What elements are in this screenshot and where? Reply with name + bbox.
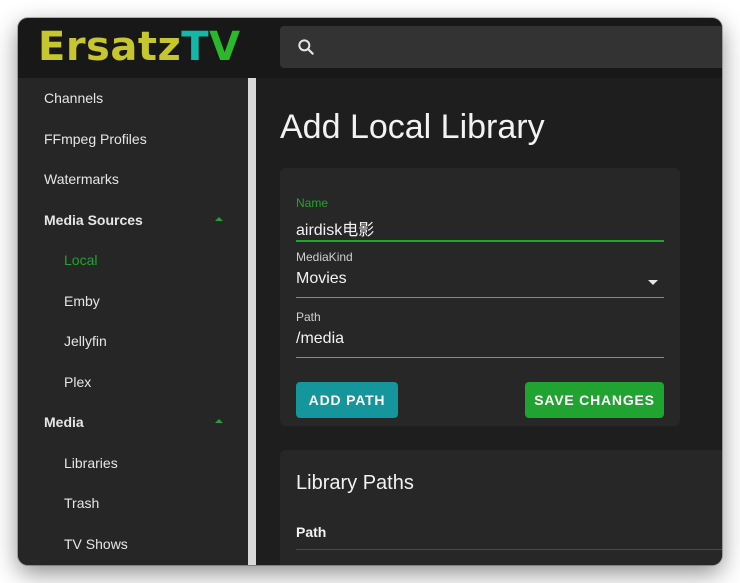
sidebar-item-label: Emby [64,293,100,309]
path-field-label: Path [296,310,321,324]
sidebar-item-tv-shows[interactable]: TV Shows [18,524,248,564]
app-logo[interactable]: ErsatzTV [38,20,241,74]
path-column-header[interactable]: Path [296,524,326,540]
sidebar-item-channels[interactable]: Channels [18,78,248,118]
logo-text-part1: Ersatz [38,24,182,70]
search-input[interactable] [280,26,722,68]
sidebar-item-libraries[interactable]: Libraries [18,443,248,483]
sidebar: Channels FFmpeg Profiles Watermarks Medi… [18,78,248,565]
library-paths-title: Library Paths [296,472,414,494]
sidebar-item-label: Jellyfin [64,333,107,349]
sidebar-item-emby[interactable]: Emby [18,281,248,321]
sidebar-resize-handle[interactable] [248,78,256,565]
name-field-value[interactable]: airdisk电影 [296,216,374,240]
library-form-card: Name airdisk电影 MediaKind Movies Path /me… [280,168,680,426]
sidebar-item-label: Trash [64,495,100,511]
main-content: Add Local Library Name airdisk电影 MediaKi… [256,78,722,565]
table-header-divider [296,549,722,550]
save-changes-button[interactable]: SAVE CHANGES [525,382,664,418]
media-kind-label: MediaKind [296,250,353,264]
sidebar-item-plex[interactable]: Plex [18,362,248,402]
sidebar-item-watermarks[interactable]: Watermarks [18,159,248,199]
search-icon [298,39,314,55]
sidebar-item-label: TV Shows [64,536,128,552]
path-field-value[interactable]: /media [296,330,344,348]
media-kind-value[interactable]: Movies [296,270,347,288]
app-window: ErsatzTV Channels FFmpeg Profiles Waterm… [18,18,722,565]
sidebar-item-label: Media Sources [44,212,143,228]
name-field-underline [296,240,664,242]
page-title: Add Local Library [280,108,545,146]
path-field-underline [296,357,664,358]
chevron-up-icon [215,419,223,423]
logo-text-part3: V [209,24,241,70]
sidebar-item-label: Channels [44,90,104,106]
sidebar-item-label: Plex [64,374,92,390]
name-field-label: Name [296,196,329,210]
sidebar-item-label: Libraries [64,455,118,471]
logo-text-part2: T [181,24,210,70]
chevron-down-icon[interactable] [648,280,658,285]
sidebar-item-label: Media [44,414,84,430]
sidebar-group-media-sources[interactable]: Media Sources [18,200,248,240]
sidebar-item-local[interactable]: Local [18,240,248,280]
sidebar-group-media[interactable]: Media [18,402,248,442]
sidebar-item-label: Watermarks [44,171,119,187]
name-field[interactable]: Name airdisk电影 [296,196,664,244]
media-kind-underline [296,297,664,298]
library-paths-card: Library Paths Path [280,450,722,565]
top-bar: ErsatzTV [18,18,722,78]
sidebar-item-jellyfin[interactable]: Jellyfin [18,321,248,361]
sidebar-item-ffmpeg-profiles[interactable]: FFmpeg Profiles [18,119,248,159]
add-path-button[interactable]: ADD PATH [296,382,398,418]
sidebar-item-label: FFmpeg Profiles [44,131,147,147]
path-field[interactable]: Path /media [296,310,664,358]
sidebar-item-label: Local [64,252,98,268]
chevron-up-icon [215,217,223,221]
media-kind-select[interactable]: MediaKind Movies [296,250,664,298]
sidebar-item-trash[interactable]: Trash [18,483,248,523]
